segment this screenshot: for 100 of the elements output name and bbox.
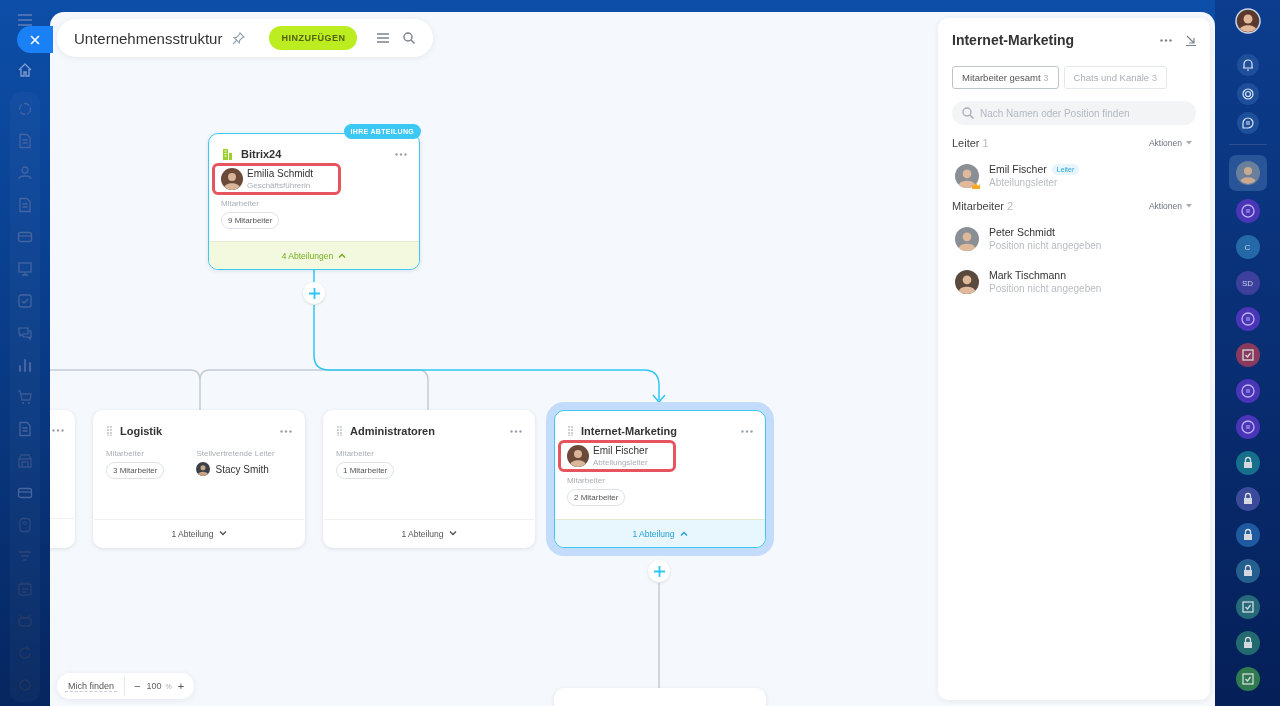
user-avatar[interactable]: [1234, 8, 1261, 34]
department-title: Administratoren: [350, 425, 436, 437]
document-icon[interactable]: [17, 421, 33, 437]
field-label: Mitarbeiter: [221, 199, 259, 208]
store-icon[interactable]: [17, 453, 33, 469]
card-icon[interactable]: [17, 229, 33, 245]
collapse-icon[interactable]: [1186, 34, 1196, 46]
building-icon: [222, 148, 233, 160]
department-card[interactable]: Administratoren Mitarbeiter 1 Mitarbeiter 1 Abteilung: [323, 410, 535, 548]
bell-icon[interactable]: [1236, 54, 1259, 76]
zoom-in-button[interactable]: +: [175, 680, 187, 692]
person-name: Peter Schmidt: [989, 226, 1055, 238]
recent-chat[interactable]: SD: [1228, 267, 1267, 299]
file-icon[interactable]: [17, 197, 33, 213]
connector-line: [313, 269, 315, 283]
add-department-button[interactable]: [648, 560, 670, 582]
avatar-icon: [955, 163, 979, 188]
zoom-value: 100: [146, 681, 162, 691]
plus-icon: [653, 565, 665, 577]
phone-icon[interactable]: [17, 517, 33, 533]
person-position: Abteilungsleiter: [989, 177, 1059, 188]
section-title: Mitarbeiter 2: [952, 200, 1014, 212]
person-position: Abteilungsleiter: [593, 458, 648, 467]
chart-icon[interactable]: [17, 357, 33, 373]
person-row[interactable]: Mark Tischmann Position nicht angegeben: [952, 269, 1196, 294]
person-position: Geschäftsführerin: [247, 181, 312, 190]
chat-icon[interactable]: [1236, 112, 1259, 134]
more-icon[interactable]: [510, 429, 522, 433]
people-icon[interactable]: [17, 165, 33, 181]
field-label: Mitarbeiter: [106, 449, 144, 458]
chevron-icon: [338, 253, 347, 258]
search-input[interactable]: Nach Namen oder Position finden: [980, 107, 1186, 119]
panel-title: Internet-Marketing: [952, 32, 1076, 48]
head-person[interactable]: Emil Fischer Abteilungsleiter: [558, 440, 676, 472]
add-button[interactable]: HINZUFÜGEN: [269, 26, 358, 50]
person-position: Position nicht angegeben: [989, 283, 1102, 294]
department-title: Logistik: [120, 425, 164, 437]
person-position: Position nicht angegeben: [989, 240, 1102, 251]
chevron-icon: [218, 531, 227, 536]
avatar-icon: [955, 226, 979, 251]
menu-icon[interactable]: [377, 33, 390, 43]
avatar-icon: [955, 269, 979, 294]
more-icon[interactable]: [280, 429, 292, 433]
check-icon[interactable]: [17, 293, 33, 309]
person-row[interactable]: Peter Schmidt Position nicht angegeben: [952, 226, 1196, 251]
person-name: Mark Tischmann: [989, 269, 1067, 281]
avatar-icon: [196, 462, 211, 476]
board-icon[interactable]: [17, 261, 33, 277]
subdepartments-toggle[interactable]: 1 Abteilung: [94, 519, 304, 547]
field-label: Mitarbeiter: [336, 449, 374, 458]
more-icon[interactable]: [1160, 38, 1172, 42]
actions-dropdown[interactable]: Aktionen: [1148, 138, 1196, 148]
panel-tab[interactable]: Mitarbeiter gesamt 3: [952, 66, 1059, 89]
drag-handle-icon[interactable]: [568, 426, 573, 436]
person-name: Stacy Smith: [215, 463, 269, 475]
department-title: Internet-Marketing: [581, 425, 678, 437]
field-label: Stellvertretende Leiter: [196, 449, 275, 458]
drag-handle-icon[interactable]: [107, 426, 112, 436]
add-department-button[interactable]: [303, 282, 325, 304]
avatar-icon: [567, 445, 589, 467]
sync-icon[interactable]: [17, 101, 33, 117]
head-person[interactable]: Emilia Schmidt Geschäftsführerin: [212, 163, 342, 195]
document-icon[interactable]: [17, 133, 33, 149]
recent-chat[interactable]: [1228, 155, 1267, 191]
close-button[interactable]: [17, 26, 53, 53]
close-icon: [30, 34, 40, 45]
more-icon[interactable]: [52, 429, 64, 432]
chat-initials: C: [1244, 242, 1251, 252]
target-icon[interactable]: [1236, 83, 1259, 105]
search-field[interactable]: Nach Namen oder Position finden: [952, 101, 1196, 125]
zoom-out-button[interactable]: −: [132, 680, 143, 692]
caret-icon: [1186, 204, 1192, 208]
pin-icon[interactable]: [232, 31, 246, 45]
avatar-icon: [221, 168, 243, 190]
recent-chat[interactable]: C: [1228, 231, 1267, 263]
department-card[interactable]: Logistik Mitarbeiter 3 Mitarbeiter Stellvertretende Leiter Stacy Smith 1 Abteilung: [93, 410, 305, 548]
cart-icon[interactable]: [17, 389, 33, 405]
more-icon[interactable]: [395, 152, 407, 156]
chat-initials: SD: [1241, 278, 1254, 288]
chevron-icon: [448, 531, 457, 536]
find-me-button[interactable]: Mich finden: [65, 680, 118, 692]
more-icon[interactable]: [741, 429, 753, 433]
chevron-icon: [679, 531, 688, 536]
subdepartments-toggle[interactable]: 1 Abteilung: [324, 519, 534, 547]
drag-handle-icon[interactable]: [337, 426, 342, 436]
plus-icon: [308, 287, 320, 299]
caret-icon: [1186, 141, 1192, 145]
person-name: Emilia Schmidt: [247, 168, 314, 179]
search-icon[interactable]: [403, 32, 416, 44]
actions-dropdown[interactable]: Aktionen: [1148, 201, 1196, 211]
menu-icon[interactable]: [18, 14, 32, 26]
home-icon[interactable]: [17, 62, 33, 78]
person-name: Emil Fischer: [593, 445, 648, 456]
search-icon: [962, 107, 974, 119]
section-title: Leiter 1: [952, 137, 989, 149]
card-icon[interactable]: [17, 485, 33, 501]
department-card[interactable]: Bitrix24 Emilia Schmidt Geschäftsführerin Mitarbeiter 9 Mitarbeiter 4 Abteilungen: [208, 133, 420, 270]
page-title: Unternehmensstruktur: [74, 29, 223, 47]
person-name: Emil Fischer: [989, 163, 1047, 175]
department-title: Bitrix24: [241, 148, 283, 160]
